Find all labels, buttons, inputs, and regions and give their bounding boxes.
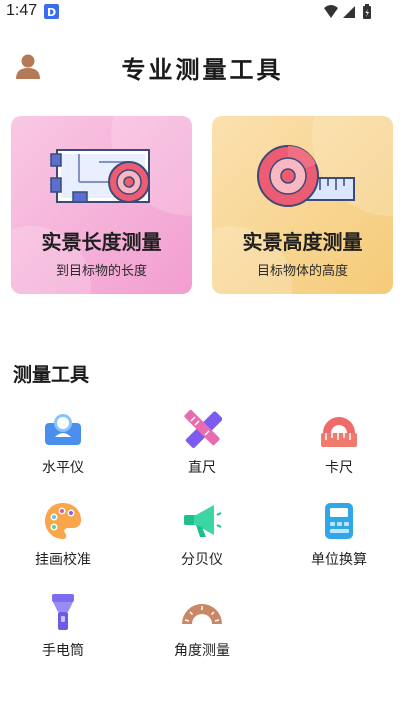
card-subtitle: 目标物体的高度 [256, 264, 348, 279]
card-title: 实景长度测量 [41, 230, 162, 254]
svg-text:D: D [47, 6, 56, 19]
notification-app-icon: D [44, 4, 59, 19]
tool-caliper[interactable]: 卡尺 [284, 405, 394, 485]
battery-icon [363, 4, 371, 19]
ruler-pencil-icon [184, 410, 222, 448]
tool-label: 单位换算 [311, 552, 367, 568]
tools-section-title: 测量工具 [13, 364, 90, 386]
tool-label: 角度测量 [174, 643, 230, 659]
flashlight-icon [52, 594, 74, 630]
tool-label: 挂画校准 [35, 552, 91, 568]
length-measure-card[interactable]: 实景长度测量 到目标物的长度 [11, 116, 192, 294]
protractor-icon [182, 604, 222, 624]
wifi-icon [324, 5, 338, 18]
status-icons [324, 4, 371, 19]
tape-measure-blueprint-icon [50, 149, 150, 203]
signal-icon [343, 6, 355, 18]
tool-label: 水平仪 [42, 460, 84, 476]
tool-label: 手电筒 [42, 643, 84, 659]
protractor-ruler-icon [321, 417, 357, 447]
tool-unit-conversion[interactable]: 单位换算 [284, 497, 394, 577]
tool-flashlight[interactable]: 手电筒 [8, 588, 118, 668]
tool-label: 卡尺 [325, 460, 353, 476]
tool-decibel[interactable]: 分贝仪 [147, 497, 257, 577]
app-header: 专业测量工具 [0, 40, 405, 90]
megaphone-icon [184, 505, 222, 537]
status-bar: 1:47 D [0, 0, 405, 26]
tool-label: 分贝仪 [181, 552, 223, 568]
status-time: 1:47 [6, 2, 38, 19]
calculator-icon [325, 503, 353, 539]
tape-measure-ruler-icon [257, 145, 355, 207]
tool-angle[interactable]: 角度测量 [147, 588, 257, 668]
height-measure-card[interactable]: 实景高度测量 目标物体的高度 [212, 116, 393, 294]
tool-level[interactable]: 水平仪 [8, 405, 118, 485]
level-icon [45, 414, 81, 445]
tool-label: 直尺 [188, 460, 216, 476]
card-subtitle: 到目标物的长度 [55, 264, 147, 279]
tool-picture-calibration[interactable]: 挂画校准 [8, 497, 118, 577]
page-title: 专业测量工具 [121, 56, 284, 84]
tool-ruler[interactable]: 直尺 [147, 405, 257, 485]
card-title: 实景高度测量 [242, 230, 363, 254]
palette-icon [45, 503, 81, 539]
